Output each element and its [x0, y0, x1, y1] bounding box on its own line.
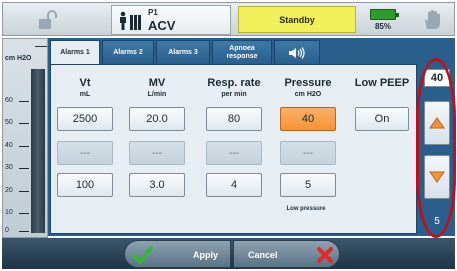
tab-apnoea-response[interactable]: Apnoea response [212, 40, 272, 64]
mode-name: ACV [148, 18, 176, 33]
mode-profile: P1 [148, 8, 158, 17]
column-header-vt: Vt mL [55, 77, 115, 98]
alarm-settings-content: Vt mL MV L/min Resp. rate per min Pressu… [50, 64, 417, 234]
gauge-tick: 40 [5, 142, 29, 149]
gauge-cap [35, 46, 47, 47]
status-bar: P1 ACV Standby 85% [2, 2, 455, 36]
low-peep-button[interactable]: On [355, 107, 409, 131]
column-unit: cm H2O [294, 91, 322, 98]
gauge-tick: 20 [5, 187, 29, 194]
gauge-tick: 10 [5, 209, 29, 216]
unlock-button[interactable] [17, 7, 79, 33]
cancel-label: Cancel [248, 250, 278, 260]
column-unit: mL [79, 91, 91, 98]
gauge-tick: 50 [5, 119, 29, 126]
vt-high-button[interactable]: 2500 [57, 107, 113, 131]
battery-indicator: 85% [363, 6, 403, 34]
hand-icon [425, 9, 440, 29]
arrow-down-icon [429, 171, 445, 183]
standby-status-badge: Standby [238, 6, 356, 33]
mv-mid-button[interactable]: --- [129, 141, 185, 165]
battery-percent: 85% [374, 22, 391, 31]
tab-alarms-1[interactable]: Alarms 1 [50, 40, 100, 65]
patient-icon [120, 11, 141, 30]
close-icon [317, 247, 333, 263]
tab-alarms-2[interactable]: Alarms 2 [102, 40, 154, 64]
column-title: Vt [79, 77, 91, 89]
ventilation-mode-display[interactable]: P1 ACV [111, 5, 231, 35]
pressure-low-button[interactable]: 5 [280, 173, 336, 197]
checkmark-icon [132, 246, 153, 264]
arrow-up-icon [429, 117, 445, 129]
apply-label: Apply [193, 250, 219, 260]
resp-rate-high-button[interactable]: 80 [206, 107, 262, 131]
mv-low-button[interactable]: 3.0 [129, 173, 185, 197]
resp-rate-low-button[interactable]: 4 [206, 173, 262, 197]
speaker-icon [289, 46, 305, 59]
slider-min-value: 5 [434, 215, 440, 227]
vt-low-button[interactable]: 100 [57, 173, 113, 197]
column-title: Pressure [284, 77, 332, 89]
pressure-mid-button[interactable]: --- [280, 141, 336, 165]
vt-mid-button[interactable]: --- [57, 141, 113, 165]
manual-breath-button[interactable] [411, 6, 453, 33]
column-header-resp-rate: Resp. rate per min [197, 77, 271, 98]
mv-high-button[interactable]: 20.0 [129, 107, 185, 131]
increase-button[interactable] [424, 101, 450, 145]
value-adjust-slider[interactable] [418, 64, 453, 234]
gauge-unit: cm H2O [5, 55, 32, 62]
pressure-high-button[interactable]: 40 [280, 107, 336, 131]
apply-button[interactable]: Apply [124, 240, 231, 268]
low-pressure-label: Low pressure [286, 206, 326, 212]
column-header-low-peep: Low PEEP [349, 77, 415, 89]
column-unit: per min [221, 91, 247, 98]
tab-alarm-volume[interactable] [274, 40, 320, 64]
pressure-gauge: cm H2O 60 50 40 30 20 10 0 [2, 38, 48, 238]
battery-icon [370, 9, 399, 20]
tab-alarms-3[interactable]: Alarms 3 [156, 40, 210, 64]
column-header-mv: MV L/min [127, 77, 187, 98]
resp-rate-mid-button[interactable]: --- [206, 141, 262, 165]
column-header-pressure: Pressure cm H2O [273, 77, 343, 98]
gauge-bar [31, 69, 45, 233]
alarm-tabs: Alarms 1 Alarms 2 Alarms 3 Apnoea respon… [50, 40, 418, 65]
decrease-button[interactable] [424, 155, 450, 199]
gauge-tick: 0 [5, 227, 29, 234]
column-unit: L/min [147, 91, 167, 98]
slider-max-value: 40 [424, 69, 450, 87]
unlock-icon [39, 10, 57, 29]
gauge-tick: 30 [5, 164, 29, 171]
column-title: Low PEEP [354, 77, 410, 89]
cancel-button[interactable]: Cancel [233, 240, 340, 268]
column-title: MV [148, 77, 166, 89]
gauge-tick: 60 [5, 97, 29, 104]
column-title: Resp. rate [207, 77, 261, 89]
